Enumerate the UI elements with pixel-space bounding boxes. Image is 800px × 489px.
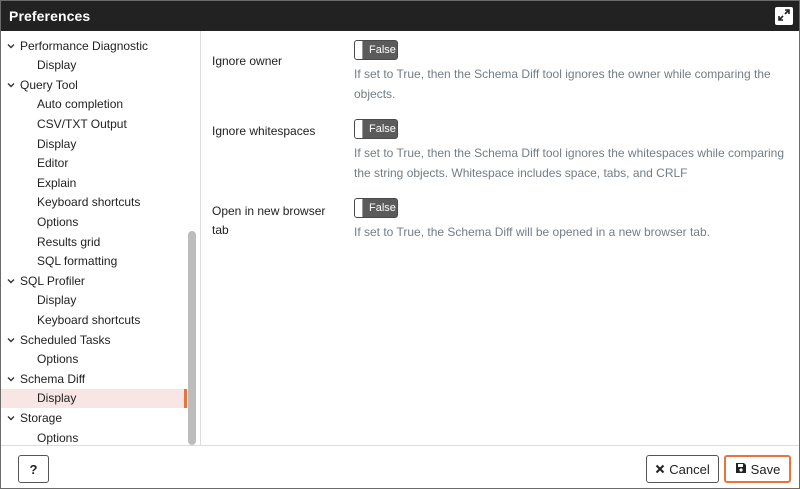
- toggle-value: False: [369, 123, 396, 135]
- sidebar-item-sql-profiler[interactable]: SQL Profiler: [1, 271, 187, 290]
- sidebar-item-options[interactable]: Options: [1, 212, 187, 231]
- dialog-footer: ? Cancel Save: [1, 445, 799, 488]
- help-button-label: ?: [29, 461, 38, 477]
- sidebar-item-scheduled-tasks[interactable]: Scheduled Tasks: [1, 330, 187, 349]
- sidebar-item-display[interactable]: Display: [1, 291, 187, 310]
- sidebar-item-sql-formatting[interactable]: SQL formatting: [1, 252, 187, 271]
- save-button-label: Save: [750, 461, 781, 477]
- sidebar-item-label: Display: [37, 136, 77, 151]
- pref-help-text: If set to True, the Schema Diff will be …: [354, 225, 710, 239]
- maximize-button[interactable]: [775, 7, 793, 25]
- sidebar-item-options[interactable]: Options: [1, 350, 187, 369]
- sidebar-item-label: Options: [37, 352, 79, 367]
- sidebar-item-csv-txt-output[interactable]: CSV/TXT Output: [1, 114, 187, 133]
- sidebar-item-label: Editor: [37, 156, 69, 171]
- sidebar-item-results-grid[interactable]: Results grid: [1, 232, 187, 251]
- cancel-button-label: Cancel: [669, 461, 710, 477]
- sidebar-item-label: Storage: [20, 410, 63, 425]
- sidebar-item-query-tool[interactable]: Query Tool: [1, 75, 187, 94]
- title-bar: Preferences: [1, 1, 799, 31]
- toggle-value: False: [369, 202, 396, 214]
- toggle-value: False: [369, 44, 396, 56]
- sidebar-item-label: CSV/TXT Output: [37, 116, 127, 131]
- cancel-button[interactable]: Cancel: [646, 455, 719, 483]
- sidebar-scrollbar[interactable]: [188, 31, 196, 445]
- sidebar-item-label: SQL formatting: [37, 254, 118, 269]
- sidebar-item-label: Options: [37, 214, 79, 229]
- x-icon: [655, 462, 669, 477]
- sidebar-item-explain[interactable]: Explain: [1, 173, 187, 192]
- chevron-down-icon[interactable]: [7, 375, 15, 383]
- sidebar-item-label: SQL Profiler: [20, 273, 85, 288]
- sidebar-item-label: Display: [37, 293, 77, 308]
- save-button[interactable]: Save: [724, 455, 791, 483]
- pref-label: Open in new browser tab: [212, 204, 326, 237]
- pref-help-text: If set to True, then the Schema Diff too…: [354, 146, 785, 180]
- sidebar-item-label: Scheduled Tasks: [20, 332, 111, 347]
- preferences-dialog: Preferences Performance Diagnostic Displa…: [0, 0, 800, 489]
- toggle-knob: [355, 120, 363, 138]
- sidebar-item-label: Schema Diff: [20, 371, 86, 386]
- ignore-owner-toggle[interactable]: False: [354, 40, 398, 60]
- sidebar-item-label: Display: [37, 391, 77, 406]
- sidebar-item-display[interactable]: Display: [1, 388, 187, 408]
- sidebar-item-editor[interactable]: Editor: [1, 154, 187, 173]
- preferences-tree: Performance Diagnostic Display Query Tool A…: [1, 31, 201, 445]
- sidebar-item-keyboard-shortcuts[interactable]: Keyboard shortcuts: [1, 310, 187, 329]
- floppy-disk-icon: [735, 462, 751, 477]
- sidebar-item-label: Keyboard shortcuts: [37, 195, 141, 210]
- sidebar-item-storage[interactable]: Storage: [1, 408, 187, 427]
- sidebar-item-label: Query Tool: [20, 77, 78, 92]
- toggle-knob: [355, 41, 363, 59]
- ignore-whitespaces-toggle[interactable]: False: [354, 119, 398, 139]
- sidebar-item-label: Options: [37, 430, 79, 445]
- chevron-down-icon[interactable]: [7, 414, 15, 422]
- sidebar-item-auto-completion[interactable]: Auto completion: [1, 95, 187, 114]
- pref-label: Ignore whitespaces: [212, 124, 316, 138]
- open-new-tab-toggle[interactable]: False: [354, 198, 398, 218]
- sidebar-item-performance-diagnostic[interactable]: Performance Diagnostic: [1, 36, 187, 55]
- preferences-content: Ignore owner False If set to True, then …: [202, 31, 799, 445]
- chevron-down-icon[interactable]: [7, 42, 15, 50]
- chevron-down-icon[interactable]: [7, 336, 15, 344]
- sidebar-item-options[interactable]: Options: [1, 428, 187, 445]
- sidebar-item-display[interactable]: Display: [1, 56, 187, 75]
- chevron-down-icon[interactable]: [7, 277, 15, 285]
- toggle-knob: [355, 199, 363, 217]
- sidebar-item-display[interactable]: Display: [1, 134, 187, 153]
- scrollbar-thumb[interactable]: [188, 231, 196, 445]
- sidebar-item-label: Display: [37, 58, 77, 73]
- sidebar-item-label: Keyboard shortcuts: [37, 312, 141, 327]
- pref-help-text: If set to True, then the Schema Diff too…: [354, 67, 771, 101]
- pref-label: Ignore owner: [212, 54, 283, 68]
- dialog-title: Preferences: [9, 8, 91, 24]
- chevron-down-icon[interactable]: [7, 81, 15, 89]
- help-button[interactable]: ?: [18, 455, 49, 483]
- sidebar-item-label: Explain: [37, 175, 77, 190]
- sidebar-item-label: Performance Diagnostic: [20, 38, 149, 53]
- sidebar-item-keyboard-shortcuts[interactable]: Keyboard shortcuts: [1, 193, 187, 212]
- sidebar-item-label: Auto completion: [37, 97, 124, 112]
- expand-arrows-icon: [778, 8, 790, 24]
- sidebar-item-schema-diff[interactable]: Schema Diff: [1, 369, 187, 388]
- sidebar-item-label: Results grid: [37, 234, 101, 249]
